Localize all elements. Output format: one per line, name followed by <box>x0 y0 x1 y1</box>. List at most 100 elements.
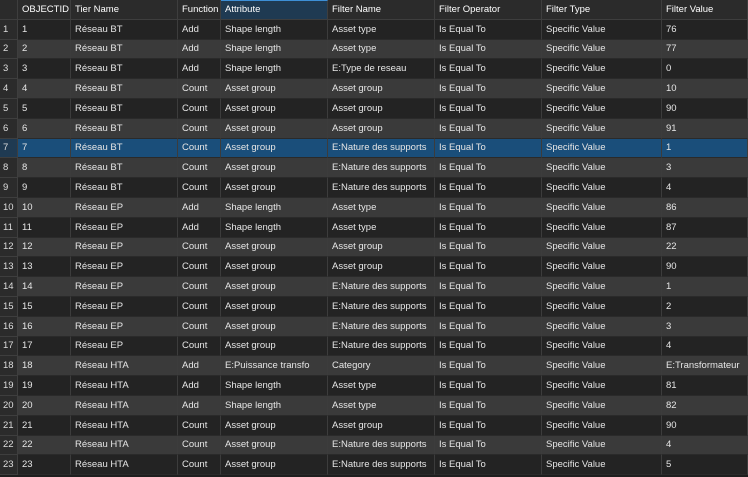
cell-filter-type[interactable]: Specific Value <box>542 118 662 139</box>
cell-objectid[interactable]: 4 <box>18 79 71 99</box>
row-header[interactable]: 1 <box>0 19 18 40</box>
cell-attribute[interactable]: Shape length <box>221 376 328 396</box>
cell-filter-type[interactable]: Specific Value <box>542 19 662 40</box>
cell-filter-value[interactable]: 91 <box>662 118 748 139</box>
cell-attribute[interactable]: Asset group <box>221 277 328 297</box>
cell-tier-name[interactable]: Réseau EP <box>71 296 178 317</box>
cell-attribute[interactable]: Shape length <box>221 39 328 60</box>
row-header[interactable]: 6 <box>0 118 18 139</box>
cell-filter-operator[interactable]: Is Equal To <box>435 257 542 278</box>
column-header-filter-value[interactable]: Filter Value <box>662 0 748 20</box>
row-header[interactable]: 18 <box>0 356 18 377</box>
cell-filter-value[interactable]: 87 <box>662 217 748 238</box>
cell-filter-operator[interactable]: Is Equal To <box>435 217 542 238</box>
cell-tier-name[interactable]: Réseau HTA <box>71 415 178 436</box>
cell-function[interactable]: Count <box>178 118 221 139</box>
cell-filter-operator[interactable]: Is Equal To <box>435 158 542 179</box>
cell-attribute[interactable]: E:Puissance transfo <box>221 356 328 377</box>
cell-filter-value[interactable]: 0 <box>662 59 748 80</box>
cell-objectid[interactable]: 20 <box>18 395 71 416</box>
cell-objectid[interactable]: 12 <box>18 237 71 258</box>
row-header[interactable]: 19 <box>0 376 18 396</box>
cell-function[interactable]: Add <box>178 376 221 396</box>
cell-filter-type[interactable]: Specific Value <box>542 158 662 179</box>
cell-objectid[interactable]: 2 <box>18 39 71 60</box>
cell-function[interactable]: Add <box>178 59 221 80</box>
cell-filter-name[interactable]: Asset group <box>328 79 435 99</box>
cell-tier-name[interactable]: Réseau HTA <box>71 376 178 396</box>
cell-filter-value[interactable]: 1 <box>662 277 748 297</box>
cell-filter-type[interactable]: Specific Value <box>542 237 662 258</box>
cell-attribute[interactable]: Asset group <box>221 296 328 317</box>
row-header[interactable]: 5 <box>0 98 18 119</box>
column-header-filter-operator[interactable]: Filter Operator <box>435 0 542 20</box>
row-header[interactable]: 9 <box>0 178 18 198</box>
cell-attribute[interactable]: Asset group <box>221 415 328 436</box>
cell-filter-value[interactable]: 5 <box>662 455 748 476</box>
cell-function[interactable]: Count <box>178 178 221 198</box>
row-header[interactable]: 23 <box>0 455 18 476</box>
cell-filter-operator[interactable]: Is Equal To <box>435 316 542 337</box>
cell-filter-value[interactable]: 22 <box>662 237 748 258</box>
column-header-function[interactable]: Function <box>178 0 221 20</box>
cell-tier-name[interactable]: Réseau BT <box>71 178 178 198</box>
cell-objectid[interactable]: 14 <box>18 277 71 297</box>
cell-filter-type[interactable]: Specific Value <box>542 79 662 99</box>
cell-objectid[interactable]: 10 <box>18 197 71 218</box>
cell-attribute[interactable]: Asset group <box>221 257 328 278</box>
cell-filter-type[interactable]: Specific Value <box>542 277 662 297</box>
cell-filter-name[interactable]: E:Nature des supports <box>328 178 435 198</box>
cell-filter-value[interactable]: 90 <box>662 415 748 436</box>
column-header-tier-name[interactable]: Tier Name <box>71 0 178 20</box>
cell-tier-name[interactable]: Réseau BT <box>71 158 178 179</box>
row-header[interactable]: 3 <box>0 59 18 80</box>
cell-filter-name[interactable]: E:Nature des supports <box>328 158 435 179</box>
cell-filter-value[interactable]: 90 <box>662 98 748 119</box>
cell-attribute[interactable]: Asset group <box>221 98 328 119</box>
cell-objectid[interactable]: 9 <box>18 178 71 198</box>
row-header[interactable]: 4 <box>0 79 18 99</box>
cell-filter-type[interactable]: Specific Value <box>542 336 662 357</box>
cell-objectid[interactable]: 16 <box>18 316 71 337</box>
cell-filter-type[interactable]: Specific Value <box>542 257 662 278</box>
cell-function[interactable]: Count <box>178 277 221 297</box>
cell-filter-type[interactable]: Specific Value <box>542 316 662 337</box>
row-header[interactable]: 16 <box>0 316 18 337</box>
cell-function[interactable]: Count <box>178 415 221 436</box>
cell-objectid[interactable]: 17 <box>18 336 71 357</box>
cell-filter-operator[interactable]: Is Equal To <box>435 59 542 80</box>
cell-objectid[interactable]: 5 <box>18 98 71 119</box>
cell-filter-operator[interactable]: Is Equal To <box>435 395 542 416</box>
row-header[interactable]: 7 <box>0 138 18 159</box>
cell-filter-value[interactable]: 3 <box>662 316 748 337</box>
cell-filter-operator[interactable]: Is Equal To <box>435 138 542 159</box>
row-header-corner[interactable] <box>0 0 18 20</box>
cell-filter-name[interactable]: Asset group <box>328 237 435 258</box>
cell-tier-name[interactable]: Réseau EP <box>71 336 178 357</box>
cell-function[interactable]: Count <box>178 158 221 179</box>
cell-function[interactable]: Count <box>178 257 221 278</box>
cell-attribute[interactable]: Asset group <box>221 435 328 456</box>
cell-filter-type[interactable]: Specific Value <box>542 415 662 436</box>
cell-filter-operator[interactable]: Is Equal To <box>435 39 542 60</box>
cell-filter-name[interactable]: Asset type <box>328 395 435 416</box>
cell-tier-name[interactable]: Réseau BT <box>71 79 178 99</box>
cell-filter-operator[interactable]: Is Equal To <box>435 336 542 357</box>
cell-filter-value[interactable]: 4 <box>662 435 748 456</box>
cell-function[interactable]: Add <box>178 356 221 377</box>
cell-filter-value[interactable]: 1 <box>662 138 748 159</box>
cell-function[interactable]: Add <box>178 217 221 238</box>
cell-function[interactable]: Count <box>178 237 221 258</box>
cell-objectid[interactable]: 22 <box>18 435 71 456</box>
cell-tier-name[interactable]: Réseau HTA <box>71 435 178 456</box>
cell-filter-name[interactable]: Asset type <box>328 217 435 238</box>
cell-filter-type[interactable]: Specific Value <box>542 98 662 119</box>
cell-function[interactable]: Add <box>178 395 221 416</box>
cell-attribute[interactable]: Asset group <box>221 138 328 159</box>
cell-filter-value[interactable]: 76 <box>662 19 748 40</box>
cell-function[interactable]: Add <box>178 197 221 218</box>
cell-filter-name[interactable]: Asset group <box>328 257 435 278</box>
cell-filter-value[interactable]: 4 <box>662 336 748 357</box>
cell-filter-operator[interactable]: Is Equal To <box>435 415 542 436</box>
row-header[interactable]: 20 <box>0 395 18 416</box>
